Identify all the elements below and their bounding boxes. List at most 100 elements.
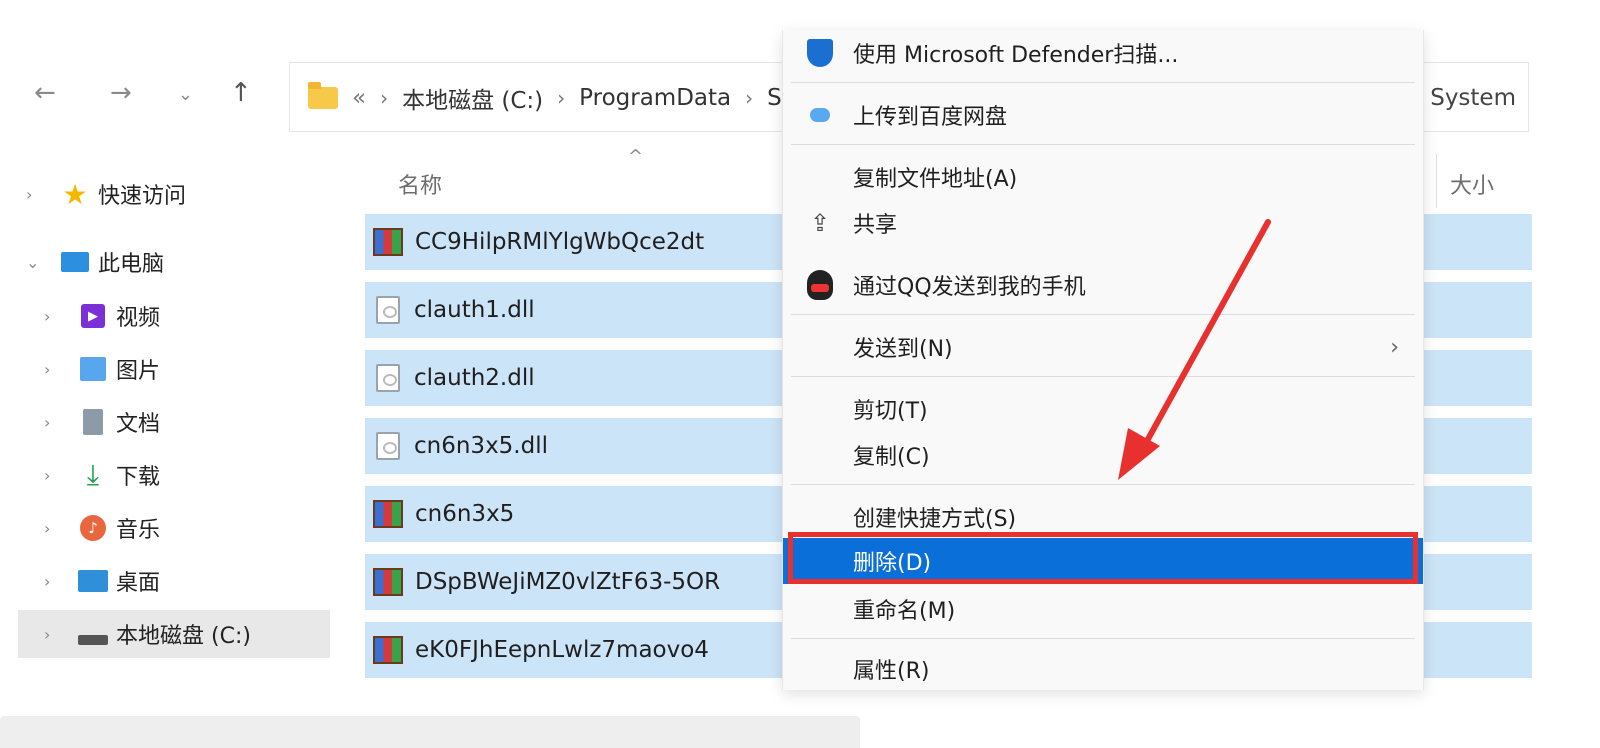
archive-file-icon (373, 568, 403, 596)
breadcrumb-overflow[interactable]: « (352, 85, 366, 111)
archive-file-icon (373, 636, 403, 664)
qq-icon (805, 270, 835, 300)
sidebar-item-label: 此电脑 (98, 252, 165, 277)
file-name: eK0FJhEepnLwlz7maovo4 (415, 637, 709, 663)
sidebar-item-local-disk[interactable]: › 本地磁盘 (C:) (18, 610, 330, 658)
chevron-right-icon[interactable]: › (44, 307, 66, 326)
sidebar-item-videos[interactable]: › ▶ 视频 (36, 292, 342, 340)
file-name: clauth1.dll (414, 297, 535, 323)
sidebar-item-music[interactable]: › ♪ 音乐 (36, 504, 342, 552)
breadcrumb-drive[interactable]: 本地磁盘 (C:) (402, 81, 543, 115)
navigation-pane: › ★ 快速访问 ⌄ 此电脑 › ▶ 视频 › 图片 › 文档 › ⤓ 下载 ›… (12, 162, 330, 682)
menu-item-label: 删除(D) (853, 551, 932, 576)
sidebar-item-label: 音乐 (116, 518, 161, 543)
chevron-down-icon[interactable]: ⌄ (178, 86, 193, 104)
menu-item-copy-path[interactable]: 复制文件地址(A) (783, 154, 1423, 200)
menu-item-qq-send[interactable]: 通过QQ发送到我的手机 (783, 262, 1423, 308)
back-icon[interactable]: ← (34, 80, 56, 106)
download-icon: ⤓ (86, 458, 100, 491)
chevron-right-icon[interactable]: › (26, 185, 48, 204)
forward-icon[interactable]: → (110, 80, 132, 106)
menu-item-label: 重命名(M) (853, 599, 956, 624)
menu-separator (791, 638, 1415, 639)
sidebar-item-pictures[interactable]: › 图片 (36, 345, 342, 393)
chevron-right-icon[interactable]: › (44, 519, 66, 538)
menu-item-label: 属性(R) (853, 659, 930, 684)
sidebar-item-label: 下载 (116, 465, 161, 490)
chevron-right-icon: › (557, 86, 566, 110)
column-header-size[interactable]: 大小 (1450, 168, 1494, 200)
column-header-name[interactable]: 名称 (398, 168, 442, 200)
menu-item-send-to[interactable]: 发送到(N) › (783, 324, 1423, 370)
computer-icon (60, 249, 90, 275)
menu-item-label: 共享 (853, 213, 898, 238)
breadcrumb: « › 本地磁盘 (C:) › ProgramData › S (308, 63, 782, 133)
sidebar-item-quick-access[interactable]: › ★ 快速访问 (18, 170, 324, 218)
menu-item-label: 上传到百度网盘 (853, 105, 1008, 130)
menu-separator (791, 144, 1415, 145)
chevron-right-icon[interactable]: › (44, 413, 66, 432)
menu-item-baidu-upload[interactable]: 上传到百度网盘 (783, 92, 1423, 138)
chevron-right-icon[interactable]: › (44, 466, 66, 485)
menu-separator (791, 376, 1415, 377)
breadcrumb-partial[interactable]: S (767, 85, 782, 111)
sort-ascending-icon[interactable]: ^ (628, 146, 643, 167)
video-icon: ▶ (78, 303, 108, 329)
star-icon: ★ (62, 177, 88, 211)
file-name: cn6n3x5.dll (414, 433, 549, 459)
chevron-right-icon[interactable]: › (44, 360, 66, 379)
sidebar-item-label: 图片 (116, 359, 161, 384)
breadcrumb-system[interactable]: System (1430, 63, 1516, 133)
menu-item-create-shortcut[interactable]: 创建快捷方式(S) (783, 494, 1423, 540)
menu-item-label: 复制(C) (853, 445, 930, 470)
menu-item-delete[interactable]: 删除(D) (783, 538, 1423, 584)
column-divider[interactable] (1436, 154, 1437, 208)
breadcrumb-programdata[interactable]: ProgramData (579, 85, 731, 111)
documents-icon (78, 409, 108, 435)
context-menu: 使用 Microsoft Defender扫描... 上传到百度网盘 复制文件地… (782, 30, 1424, 690)
caption-strip (0, 706, 1600, 748)
file-name: DSpBWeJiMZ0vlZtF63-5OR (415, 569, 721, 595)
menu-separator (791, 314, 1415, 315)
menu-item-rename[interactable]: 重命名(M) (783, 586, 1423, 632)
menu-item-defender-scan[interactable]: 使用 Microsoft Defender扫描... (783, 30, 1423, 76)
chevron-right-icon[interactable]: › (44, 572, 66, 591)
sidebar-item-label: 桌面 (116, 571, 161, 596)
chevron-right-icon: › (745, 86, 754, 110)
drive-icon (78, 621, 108, 647)
file-name: cn6n3x5 (415, 501, 515, 527)
pictures-icon (78, 356, 108, 382)
share-icon: ⇪ (809, 209, 831, 237)
sidebar-item-label: 本地磁盘 (C:) (116, 624, 251, 649)
sidebar-item-label: 文档 (116, 412, 161, 437)
sidebar-item-label: 视频 (116, 306, 161, 331)
menu-item-properties[interactable]: 属性(R) (783, 646, 1423, 690)
baidu-cloud-icon (805, 100, 835, 130)
menu-separator (791, 82, 1415, 83)
defender-shield-icon (805, 38, 835, 68)
arrow-up-icon[interactable]: ↑ (230, 80, 252, 106)
desktop-icon (78, 568, 108, 594)
menu-item-cut[interactable]: 剪切(T) (783, 386, 1423, 432)
file-name: CC9HilpRMlYlgWbQce2dt (415, 229, 705, 255)
menu-item-copy[interactable]: 复制(C) (783, 432, 1423, 478)
chevron-right-icon: › (1390, 334, 1399, 360)
menu-item-label: 使用 Microsoft Defender扫描... (853, 43, 1179, 68)
chevron-down-icon[interactable]: ⌄ (26, 253, 48, 272)
file-name: clauth2.dll (414, 365, 535, 391)
folder-icon (308, 82, 338, 109)
chevron-right-icon[interactable]: › (44, 625, 66, 644)
archive-file-icon (373, 228, 403, 256)
sidebar-item-this-pc[interactable]: ⌄ 此电脑 (18, 238, 324, 286)
archive-file-icon (373, 500, 403, 528)
menu-item-share[interactable]: ⇪ 共享 (783, 200, 1423, 246)
chevron-right-icon: › (380, 86, 389, 110)
sidebar-item-desktop[interactable]: › 桌面 (36, 557, 342, 605)
menu-item-label: 剪切(T) (853, 399, 928, 424)
sidebar-item-documents[interactable]: › 文档 (36, 398, 342, 446)
menu-item-label: 通过QQ发送到我的手机 (853, 275, 1086, 300)
dll-file-icon (376, 364, 400, 392)
caption-fade (0, 716, 860, 748)
menu-item-label: 发送到(N) (853, 337, 953, 362)
sidebar-item-downloads[interactable]: › ⤓ 下载 (36, 451, 342, 499)
